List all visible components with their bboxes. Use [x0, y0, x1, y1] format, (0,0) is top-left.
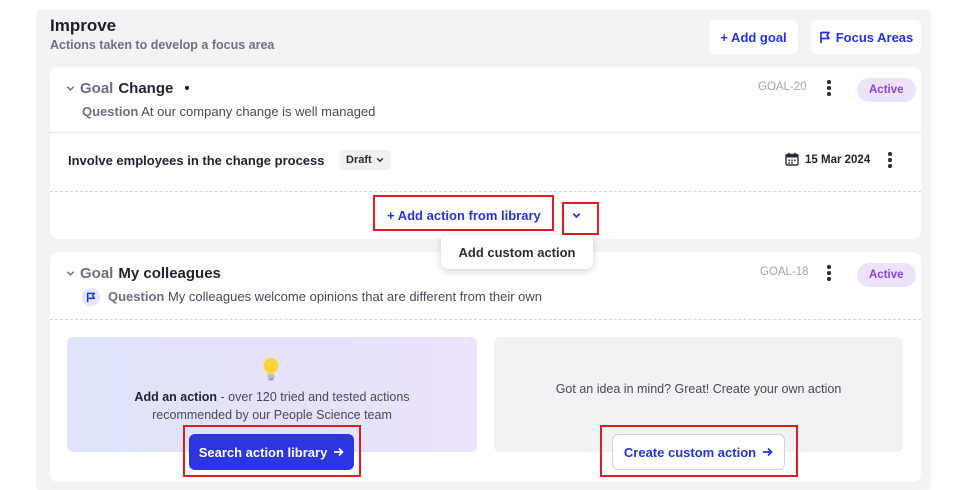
add-custom-action-label: Add custom action: [458, 244, 576, 260]
question-label: Question: [82, 104, 139, 119]
kebab-menu-icon[interactable]: [888, 152, 892, 168]
question-label: Question: [108, 289, 165, 304]
lightbulb-icon: [263, 358, 279, 381]
page-title: Improve: [50, 16, 117, 35]
add-goal-label: + Add goal: [720, 29, 787, 45]
goal-question: Question My colleagues welcome opinions …: [108, 289, 542, 304]
kebab-menu-icon[interactable]: [827, 80, 831, 96]
chevron-down-icon[interactable]: [66, 84, 75, 93]
calendar-icon: [785, 152, 799, 166]
goal-name: Change: [118, 80, 174, 97]
goal-word: Goal: [80, 265, 114, 282]
focus-areas-button[interactable]: Focus Areas: [811, 20, 921, 54]
chevron-down-icon[interactable]: [66, 269, 75, 278]
action-library-text-2: recommended by our People Science team: [152, 408, 392, 422]
question-text: My colleagues welcome opinions that are …: [167, 289, 543, 304]
goal-id: GOAL-20: [758, 81, 807, 93]
kebab-menu-icon[interactable]: [827, 265, 831, 281]
chevron-down-icon: [376, 157, 383, 163]
flag-icon: [819, 31, 830, 43]
goal-question: Question At our company change is well m…: [82, 104, 375, 119]
action-title[interactable]: Involve employees in the change process: [68, 153, 324, 168]
page-subtitle: Actions taken to develop a focus area: [50, 38, 275, 52]
add-goal-button[interactable]: + Add goal: [709, 20, 798, 54]
status-dot: •: [184, 80, 190, 97]
divider: [50, 319, 921, 320]
custom-action-description: Got an idea in mind? Great! Create your …: [555, 382, 842, 396]
action-library-text-1: - over 120 tried and tested actions: [217, 390, 410, 404]
goal-word: Goal: [80, 80, 114, 97]
flag-icon: [82, 288, 100, 306]
goal-header-change[interactable]: Goal Change •: [66, 80, 190, 97]
action-library-lead: Add an action: [134, 390, 218, 404]
highlight-box: [183, 425, 361, 477]
question-text: At our company change is well managed: [141, 104, 376, 119]
highlight-box: [600, 425, 798, 477]
highlight-box: [373, 195, 554, 231]
action-library-description: Add an action - over 120 tried and teste…: [67, 388, 477, 424]
status-badge: Active: [857, 78, 916, 102]
divider: [50, 132, 921, 133]
action-state-label: Draft: [346, 154, 372, 166]
focus-areas-label: Focus Areas: [835, 29, 914, 45]
goal-name: My colleagues: [118, 265, 221, 282]
highlight-box: [562, 202, 599, 235]
goal-id: GOAL-18: [760, 266, 809, 278]
action-state-dropdown[interactable]: Draft: [339, 150, 391, 170]
divider: [50, 191, 921, 192]
status-badge: Active: [857, 263, 916, 287]
action-due-date[interactable]: 15 Mar 2024: [805, 154, 870, 166]
add-custom-action-menu-item[interactable]: Add custom action: [441, 235, 593, 269]
goal-header-my-colleagues[interactable]: Goal My colleagues: [66, 265, 221, 282]
